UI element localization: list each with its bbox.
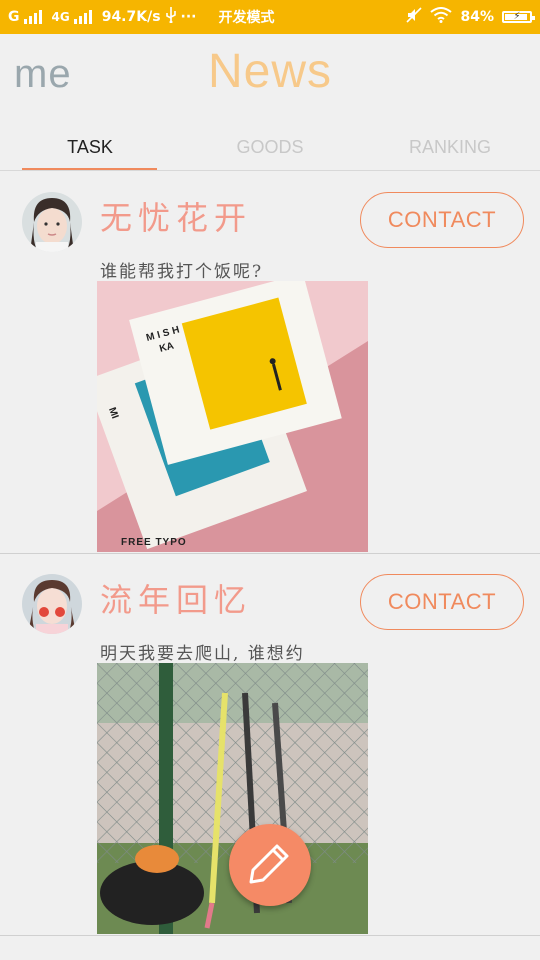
- signal-icon: [23, 10, 42, 24]
- post-card: 无忧花开 CONTACT 谁能帮我打个饭呢? MI MISH KA FREE T…: [0, 171, 540, 554]
- pencil-icon: [247, 840, 293, 890]
- battery-percent: 84%: [460, 9, 494, 25]
- speed-label: 94.7K/s: [101, 9, 161, 25]
- status-bar: G 4G 94.7K/s ··· 开发模式 84% ⚡: [0, 0, 540, 34]
- wifi-icon: [430, 7, 453, 27]
- user-name: 流年回忆: [100, 581, 253, 619]
- post-image[interactable]: MI MISH KA FREE TYPO: [97, 281, 368, 552]
- status-right: 84% ⚡: [406, 0, 535, 34]
- more-dots: ···: [180, 9, 197, 25]
- mode-label: 开发模式: [218, 10, 275, 26]
- battery-icon: ⚡: [502, 11, 535, 23]
- avatar[interactable]: [22, 574, 82, 634]
- app-header: me News: [0, 34, 540, 124]
- carrier-label: G: [8, 9, 20, 25]
- post-text: 明天我要去爬山, 谁想约: [100, 644, 305, 664]
- edit-fab-button[interactable]: [229, 824, 311, 906]
- tab-ranking[interactable]: RANKING: [360, 124, 540, 170]
- post-text: 谁能帮我打个饭呢?: [100, 262, 264, 282]
- tab-indicator: [22, 168, 157, 170]
- mute-icon: [406, 7, 423, 27]
- tab-bar: TASK GOODS RANKING: [0, 124, 540, 171]
- contact-button[interactable]: CONTACT: [360, 574, 524, 630]
- post-image[interactable]: [97, 663, 368, 934]
- signal-icon-2: [73, 10, 92, 24]
- tab-goods[interactable]: GOODS: [180, 124, 360, 170]
- usb-icon: [165, 7, 177, 27]
- status-left: G 4G 94.7K/s ··· 开发模式: [8, 0, 275, 34]
- page-title: News: [207, 45, 333, 98]
- network-label: 4G: [51, 10, 70, 24]
- contact-button[interactable]: CONTACT: [360, 192, 524, 248]
- avatar[interactable]: [22, 192, 82, 252]
- tab-task[interactable]: TASK: [0, 124, 180, 170]
- user-name: 无忧花开: [100, 199, 253, 237]
- image-caption: FREE TYPO: [121, 537, 187, 548]
